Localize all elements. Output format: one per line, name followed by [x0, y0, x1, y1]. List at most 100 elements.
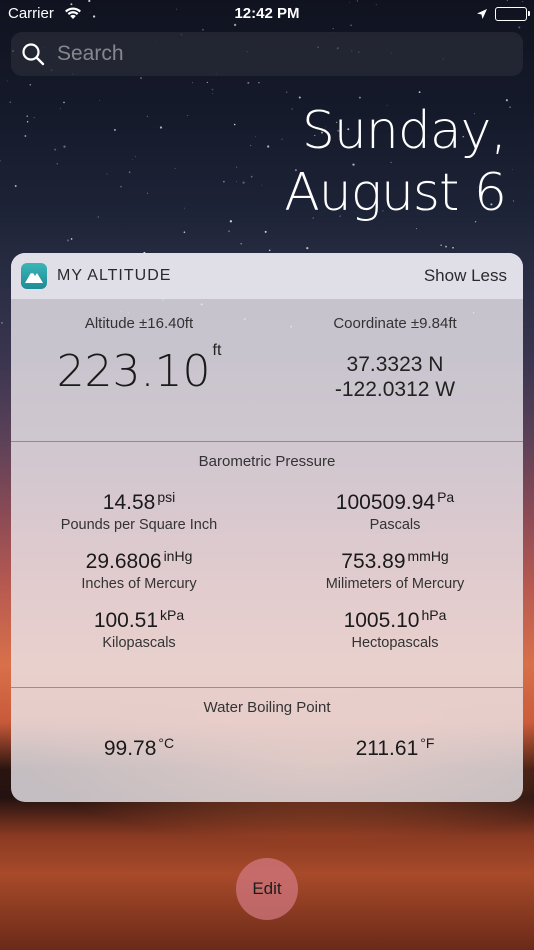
star — [70, 238, 73, 240]
show-less-button[interactable]: Show Less — [424, 266, 507, 286]
star — [223, 180, 225, 183]
battery-icon — [495, 7, 530, 21]
star — [0, 160, 1, 162]
altitude-value: 223.10 — [56, 346, 211, 397]
star — [63, 101, 65, 104]
status-time: 12:42 PM — [234, 5, 300, 22]
search-icon — [21, 42, 45, 71]
star — [9, 101, 12, 104]
widget-header[interactable]: MY ALTITUDE Show Less — [11, 253, 523, 299]
star — [416, 228, 418, 230]
pressure-inhg: 29.6806 inHg Inches of Mercury — [11, 548, 267, 592]
latitude-value: 37.3323 N — [346, 353, 444, 376]
star — [264, 230, 267, 233]
fahrenheit-value: 211.61 — [355, 737, 419, 760]
star — [140, 77, 142, 80]
inhg-value: 29.6806 — [85, 550, 162, 573]
date-weekday: Sunday, — [301, 101, 507, 161]
star — [132, 159, 133, 160]
star — [509, 106, 511, 108]
hpa-label: Hectopascals — [351, 635, 439, 651]
coordinate-reading: 37.3323 N -122.0312 W — [267, 352, 523, 402]
star — [128, 171, 131, 174]
star — [29, 83, 32, 86]
star — [6, 80, 8, 82]
star — [268, 249, 271, 252]
star — [183, 207, 185, 209]
star — [242, 181, 245, 184]
star — [174, 168, 176, 169]
star — [146, 115, 148, 117]
mmhg-unit: mmHg — [407, 548, 449, 564]
boiling-title: Water Boiling Point — [203, 699, 331, 716]
star — [135, 156, 136, 157]
altitude-reading: 223.10 ft — [11, 342, 267, 397]
altitude-unit: ft — [212, 342, 222, 359]
psi-label: Pounds per Square Inch — [60, 517, 218, 533]
boiling-celsius: 99.78 °C — [11, 735, 267, 761]
star — [1, 322, 3, 324]
pressure-hpa: 1005.10 hPa Hectopascals — [267, 607, 523, 651]
star — [66, 239, 69, 242]
status-bar: Carrier 12:42 PM — [0, 0, 534, 28]
star — [254, 136, 256, 138]
mmhg-value: 753.89 — [341, 550, 406, 573]
star — [281, 138, 283, 140]
star — [236, 180, 237, 182]
celsius-value: 99.78 — [103, 737, 157, 760]
star — [228, 230, 230, 233]
star — [267, 145, 270, 148]
star — [249, 144, 252, 147]
pressure-title: Barometric Pressure — [198, 453, 336, 470]
star — [212, 93, 213, 94]
star — [229, 220, 233, 223]
search-bar[interactable] — [11, 32, 523, 76]
star — [56, 163, 58, 165]
star — [240, 243, 242, 245]
star — [332, 27, 334, 30]
pa-unit: Pa — [437, 489, 455, 505]
search-input[interactable] — [57, 38, 497, 70]
star — [159, 126, 163, 129]
star — [258, 82, 260, 84]
star — [59, 107, 61, 109]
star — [418, 91, 421, 93]
star — [120, 185, 122, 188]
star — [512, 169, 513, 171]
boiling-fahrenheit: 211.61 °F — [267, 735, 523, 761]
psi-unit: psi — [157, 489, 176, 505]
pa-value: 100509.94 — [335, 491, 436, 514]
psi-value: 14.58 — [102, 491, 156, 514]
star — [202, 29, 204, 31]
star — [358, 96, 361, 99]
pressure-mmhg: 753.89 mmHg Milimeters of Mercury — [267, 548, 523, 592]
pressure-kpa: 100.51 kPa Kilopascals — [11, 607, 267, 651]
date-display: Sunday, August 6 — [284, 100, 507, 224]
pressure-psi: 14.58 psi Pounds per Square Inch — [11, 489, 267, 533]
star — [211, 88, 214, 91]
star — [54, 148, 57, 151]
fahrenheit-unit: °F — [420, 735, 435, 751]
star — [24, 135, 27, 137]
divider — [11, 441, 523, 442]
widget-app-name: MY ALTITUDE — [57, 267, 172, 284]
star — [286, 91, 288, 93]
mountain-icon — [21, 263, 47, 289]
edit-button[interactable]: Edit — [236, 858, 298, 920]
kpa-label: Kilopascals — [102, 635, 176, 651]
star — [206, 81, 208, 83]
hpa-value: 1005.10 — [343, 609, 420, 632]
celsius-unit: °C — [158, 735, 175, 751]
star — [236, 166, 238, 168]
star — [505, 99, 508, 102]
star — [113, 128, 116, 131]
star — [512, 200, 515, 202]
star — [26, 121, 29, 123]
star — [147, 192, 149, 194]
star — [183, 231, 186, 233]
star — [14, 185, 17, 187]
longitude-value: -122.0312 W — [334, 378, 456, 401]
coordinate-label: Coordinate ±9.84ft — [333, 315, 457, 332]
star — [26, 115, 28, 117]
date-month-day: August 6 — [284, 163, 507, 223]
